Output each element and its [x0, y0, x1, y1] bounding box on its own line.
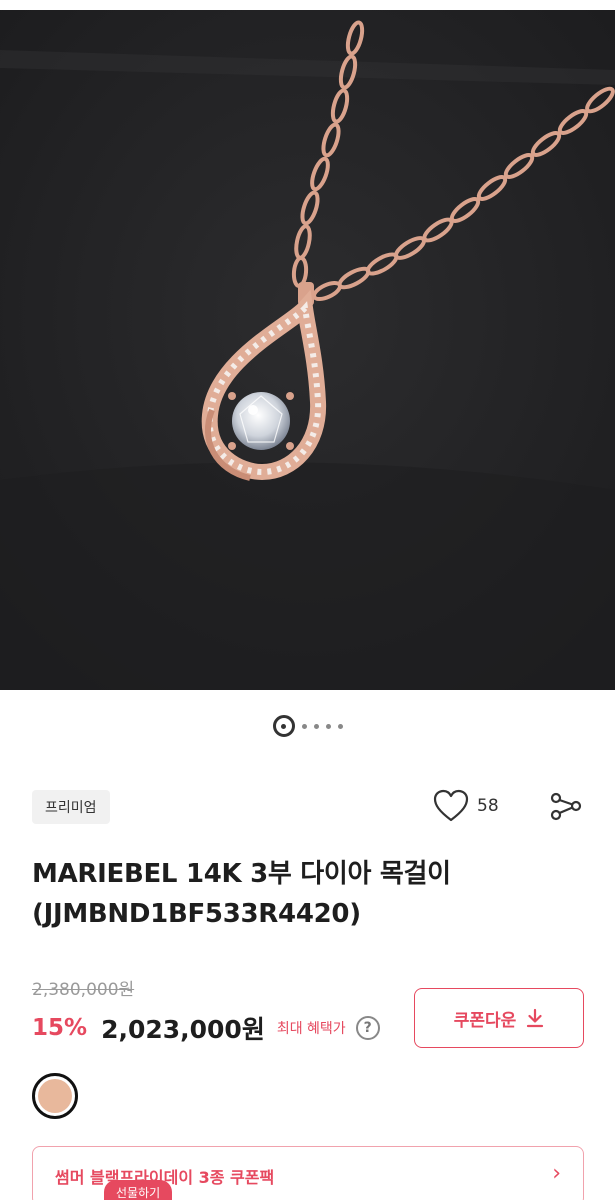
help-icon[interactable]: ? — [355, 1016, 380, 1040]
pagination-dot-active[interactable] — [272, 715, 295, 737]
gallery-pagination — [0, 714, 615, 738]
pagination-dot[interactable] — [337, 723, 343, 729]
download-icon — [527, 1008, 544, 1028]
pagination-dot[interactable] — [301, 723, 307, 729]
share-icon — [550, 792, 582, 821]
premium-badge: 프리미엄 — [32, 790, 110, 824]
gift-button[interactable]: 선물하기 — [104, 1180, 173, 1200]
swatch-fill — [38, 1079, 72, 1113]
pagination-dot[interactable] — [313, 723, 319, 729]
color-swatch-rose-gold[interactable] — [32, 1073, 78, 1119]
share-button[interactable] — [548, 788, 584, 824]
necklace-photo — [0, 10, 615, 690]
price-row: 15% 2,023,000원 최대 혜택가 ? — [32, 1010, 380, 1046]
product-image[interactable] — [0, 10, 615, 690]
sale-price: 2,023,000원 — [101, 1015, 265, 1044]
max-benefit-label: 최대 혜택가 — [276, 1021, 346, 1037]
heart-icon — [433, 789, 469, 822]
coupon-download-button[interactable]: 쿠폰다운 — [414, 988, 584, 1048]
pagination-dot[interactable] — [325, 723, 331, 729]
coupon-download-label: 쿠폰다운 — [453, 1010, 517, 1031]
like-button[interactable]: 58 — [433, 788, 499, 824]
discount-rate: 15% — [32, 1015, 88, 1041]
chevron-right-icon: › — [552, 1161, 561, 1186]
like-count: 58 — [477, 796, 499, 816]
product-title: MARIEBEL 14K 3부 다이아 목걸이 (JJMBND1BF533R44… — [32, 859, 451, 929]
original-price: 2,380,000원 — [32, 980, 135, 1000]
